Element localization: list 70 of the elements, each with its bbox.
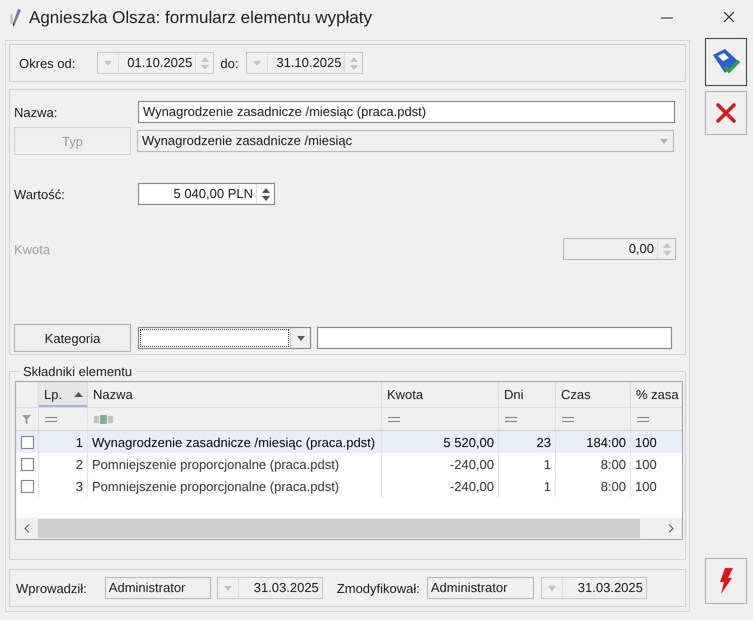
- text-filter-icon[interactable]: [94, 414, 114, 424]
- table-row[interactable]: 3 Pomniejszenie proporcjonalne (praca.pdst) -240,00 1 8:00 100: [16, 475, 682, 497]
- modified-by-field: Administrator: [426, 577, 534, 599]
- equals-icon[interactable]: [562, 416, 574, 422]
- category-dropdown[interactable]: [138, 327, 311, 349]
- dropdown-arrow-icon[interactable]: [296, 336, 304, 340]
- column-header[interactable]: Lp.: [39, 382, 88, 407]
- table-cell: -240,00: [450, 478, 494, 494]
- column-header[interactable]: % zasa: [631, 382, 682, 407]
- table-cell: 1: [544, 478, 551, 494]
- name-label: Nazwa:: [14, 104, 58, 120]
- table-cell: 100: [635, 434, 657, 450]
- table-row[interactable]: 1 Wynagrodzenie zasadnicze /miesiąc (praca.pdst) 5 520,00 23 184:00 100: [16, 431, 682, 453]
- amount-label: Kwota: [14, 242, 52, 256]
- table-cell: 100: [635, 478, 657, 494]
- value-label: Wartość:: [14, 186, 66, 202]
- scroll-left-icon[interactable]: [24, 524, 30, 533]
- filter-icon[interactable]: [22, 414, 31, 424]
- entered-by-label: Wprowadził:: [16, 580, 87, 596]
- close-icon[interactable]: [723, 11, 735, 23]
- equals-icon[interactable]: [505, 416, 517, 422]
- table-cell: 184:00: [586, 434, 626, 450]
- horizontal-scrollbar[interactable]: [16, 518, 682, 539]
- value-field[interactable]: 5 040,00 PLN: [138, 183, 275, 205]
- column-header[interactable]: Dni: [499, 382, 556, 407]
- type-dropdown[interactable]: Wynagrodzenie zasadnicze /miesiąc: [137, 130, 674, 152]
- save-button[interactable]: [705, 38, 747, 86]
- table-cell: 2: [76, 456, 83, 472]
- equals-icon[interactable]: [45, 416, 57, 422]
- table-cell: Pomniejszenie proporcjonalne (praca.pdst): [92, 478, 340, 494]
- row-checkbox[interactable]: [20, 436, 34, 448]
- entered-by-field: Administrator: [104, 577, 211, 599]
- components-legend: Składniki elementu: [19, 364, 136, 379]
- row-checkbox[interactable]: [20, 458, 34, 470]
- row-checkbox[interactable]: [20, 480, 34, 492]
- table-cell: 100: [635, 456, 657, 472]
- column-header[interactable]: Nazwa: [88, 382, 382, 407]
- table-cell: -240,00: [450, 456, 494, 472]
- table-cell: 3: [76, 478, 83, 494]
- table-cell: 1: [544, 456, 551, 472]
- table-cell: Wynagrodzenie zasadnicze /miesiąc (praca.pdst): [92, 434, 376, 450]
- lightning-icon: [719, 568, 733, 594]
- period-from-label: Okres od:: [19, 56, 76, 70]
- pen-icon: [9, 8, 23, 28]
- modified-date-field: 31.03.2025: [540, 577, 647, 599]
- equals-icon[interactable]: [637, 416, 649, 422]
- table-cell: 5 520,00: [443, 434, 494, 450]
- equals-icon[interactable]: [388, 416, 400, 422]
- action-button[interactable]: [705, 558, 747, 604]
- sort-ascending-icon: [74, 392, 84, 397]
- name-field[interactable]: Wynagrodzenie zasadnicze /miesiąc (praca.pdst): [138, 101, 675, 123]
- cancel-button[interactable]: [705, 91, 747, 135]
- scroll-right-icon[interactable]: [668, 524, 674, 533]
- table-cell: 23: [536, 434, 551, 450]
- entered-date-field: 31.03.2025: [216, 577, 323, 599]
- column-header[interactable]: Kwota: [382, 382, 499, 407]
- window-title: Agnieszka Olsza: formularz elementu wypłaty: [29, 8, 372, 28]
- table-cell: 8:00: [600, 478, 626, 494]
- category-text-field[interactable]: [317, 327, 672, 349]
- table-cell: Pomniejszenie proporcjonalne (praca.pdst): [92, 456, 340, 472]
- spin-up-icon[interactable]: [262, 188, 270, 192]
- table-cell: 1: [76, 434, 83, 450]
- table-cell: 8:00: [600, 456, 626, 472]
- column-header[interactable]: Czas: [556, 382, 631, 407]
- modified-by-label: Zmodyfikował:: [336, 580, 420, 596]
- spin-down-icon[interactable]: [262, 196, 270, 200]
- cross-icon: [716, 103, 736, 123]
- category-button[interactable]: Kategoria: [14, 324, 131, 352]
- period-to-label: do:: [220, 56, 238, 70]
- table-row[interactable]: 2 Pomniejszenie proporcjonalne (praca.pdst) -240,00 1 8:00 100: [16, 453, 682, 475]
